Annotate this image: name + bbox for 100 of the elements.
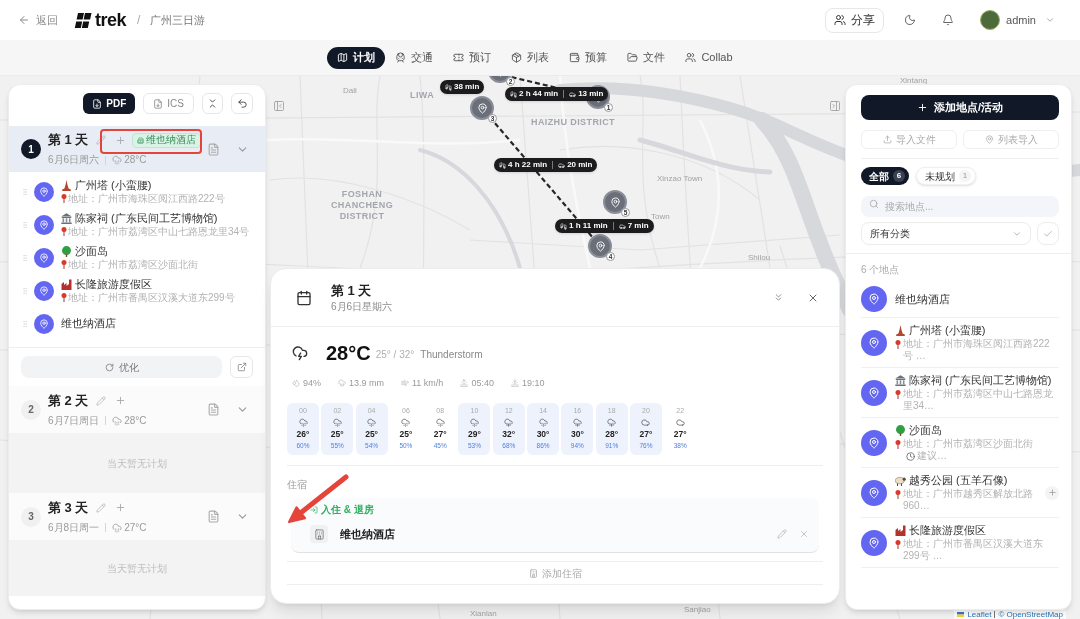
hotel-chip[interactable]: 维也纳酒店 (132, 132, 202, 148)
open-link-button[interactable] (230, 356, 253, 378)
chevrons-icon (207, 98, 218, 109)
nav-tab[interactable]: 文件 (617, 46, 676, 69)
place-address: 地址：广州市番禺区汉溪大道东299号 (68, 291, 235, 304)
map-icon (337, 52, 349, 63)
ticket-icon (453, 52, 465, 63)
search-icon (869, 198, 879, 209)
place-address: 地址：广州市海珠区阅江西路222号 … (903, 338, 1051, 362)
collapse-left-button[interactable] (273, 100, 285, 112)
forecast-temperature: 25° (399, 429, 413, 440)
chevrons-down-icon[interactable] (773, 292, 784, 303)
user-menu-button[interactable]: admin (980, 10, 1055, 30)
undo-button[interactable] (231, 93, 253, 114)
search-field[interactable]: 搜索地点... (861, 196, 1059, 217)
nav-tab[interactable]: 交通 (385, 46, 444, 69)
map-pin-icon (861, 379, 887, 406)
attribution-link[interactable]: Leaflet (967, 610, 992, 619)
drag-handle-icon[interactable] (21, 220, 29, 229)
plus-icon[interactable] (115, 395, 127, 406)
day-number: 2 (21, 399, 41, 420)
nav-tab[interactable]: 预订 (443, 46, 502, 69)
car-icon (569, 90, 577, 98)
nav-tab[interactable]: 列表 (501, 46, 560, 69)
day-header[interactable]: 1 第 1 天 维也纳酒店 6月6日周六 28°C (9, 126, 265, 172)
forecast-temperature: 25° (365, 429, 378, 440)
filter-tab[interactable]: 全部 6 (861, 167, 909, 185)
map-pin-icon (861, 479, 887, 506)
add-to-day-button[interactable] (1045, 485, 1059, 500)
nav-tab[interactable]: 计划 (327, 46, 386, 69)
document-icon[interactable] (207, 510, 220, 523)
day-weather: 28°C (124, 414, 147, 427)
collapse-right-button[interactable] (829, 100, 841, 112)
footprints-icon (445, 83, 452, 91)
export-button[interactable]: ICS (143, 93, 194, 114)
forecast-temperature: 26° (296, 429, 310, 440)
cloud-drizzle-icon (401, 418, 411, 427)
map-pin-icon (34, 313, 54, 334)
export-button[interactable]: PDF (83, 93, 136, 114)
cloud-drizzle-icon (298, 418, 308, 427)
pushpin-icon (61, 260, 67, 269)
cloud-drizzle-icon (470, 418, 479, 427)
moon-icon[interactable] (904, 14, 917, 26)
attribution-link[interactable]: © OpenStreetMap (998, 610, 1063, 619)
temple-icon (61, 212, 72, 224)
plus-icon[interactable] (115, 134, 127, 146)
map-label: Sanjiao (684, 605, 711, 614)
drag-handle-icon[interactable] (21, 319, 29, 328)
add-place-button[interactable]: 添加地点/活动 (861, 95, 1059, 120)
drag-handle-icon[interactable] (21, 286, 29, 295)
collapse-all-button[interactable] (202, 93, 223, 114)
place-name: 沙面岛 (909, 423, 942, 437)
filter-tab[interactable]: 未规划 1 (916, 167, 976, 185)
confirm-button[interactable] (1037, 222, 1059, 245)
pin-icon (476, 102, 488, 114)
map-pin-icon (861, 286, 887, 312)
section-heading: 住宿 (287, 479, 308, 491)
drag-handle-icon[interactable] (21, 253, 29, 262)
share-button[interactable]: 分享 (825, 7, 885, 33)
category-select[interactable]: 所有分类 (861, 222, 1031, 245)
current-temperature: 28°C (326, 341, 371, 365)
day-header[interactable]: 2 第 2 天 6月7日周日 28°C (9, 386, 265, 433)
annotation-arrow (285, 474, 349, 526)
pencil-icon[interactable] (96, 502, 107, 513)
optimize-button[interactable]: 优化 (21, 356, 222, 378)
map-pin-icon (34, 280, 54, 301)
factory-icon (895, 524, 906, 536)
back-link[interactable]: 返回 (18, 11, 58, 29)
pushpin-icon (895, 539, 901, 549)
drag-handle-icon[interactable] (21, 187, 29, 196)
plus-icon (916, 102, 928, 113)
accommodation-card[interactable]: 入住 & 退房 维也纳酒店 (291, 498, 819, 553)
flag-icon (957, 612, 965, 617)
map-label: Town (651, 212, 670, 221)
forecast-temperature: 27° (639, 429, 653, 440)
cloud-icon (641, 418, 651, 427)
place-address: 地址：广州市荔湾区沙面北街 (68, 258, 198, 271)
map-label: FOSHAN CHANCHENG DISTRICT (329, 189, 395, 222)
pencil-icon[interactable] (96, 135, 107, 145)
cloud-rain-icon (572, 418, 582, 427)
walk-time: 4 h 22 min (508, 160, 548, 170)
document-icon[interactable] (207, 142, 220, 156)
map-pin-icon (34, 214, 54, 235)
nav-tab[interactable]: 预算 (559, 46, 618, 69)
place-name: 沙面岛 (75, 244, 108, 258)
pencil-icon[interactable] (96, 395, 107, 406)
pencil-icon[interactable] (777, 529, 787, 539)
day-date: 6月7日周日 (48, 414, 100, 427)
map-label: HAIZHU DISTRICT (531, 117, 615, 128)
plus-icon[interactable] (115, 502, 127, 513)
map-pin-icon (984, 135, 994, 144)
pushpin-icon (895, 439, 901, 449)
pushpin-icon (61, 293, 67, 302)
pushpin-icon (895, 389, 901, 399)
building-icon (137, 136, 145, 144)
detail-title: 第 1 天 (331, 282, 373, 299)
bell-icon[interactable] (942, 14, 955, 26)
place-name: 维也纳酒店 (895, 292, 950, 306)
document-icon[interactable] (207, 403, 220, 416)
nav-tab[interactable]: Collab (675, 46, 743, 69)
